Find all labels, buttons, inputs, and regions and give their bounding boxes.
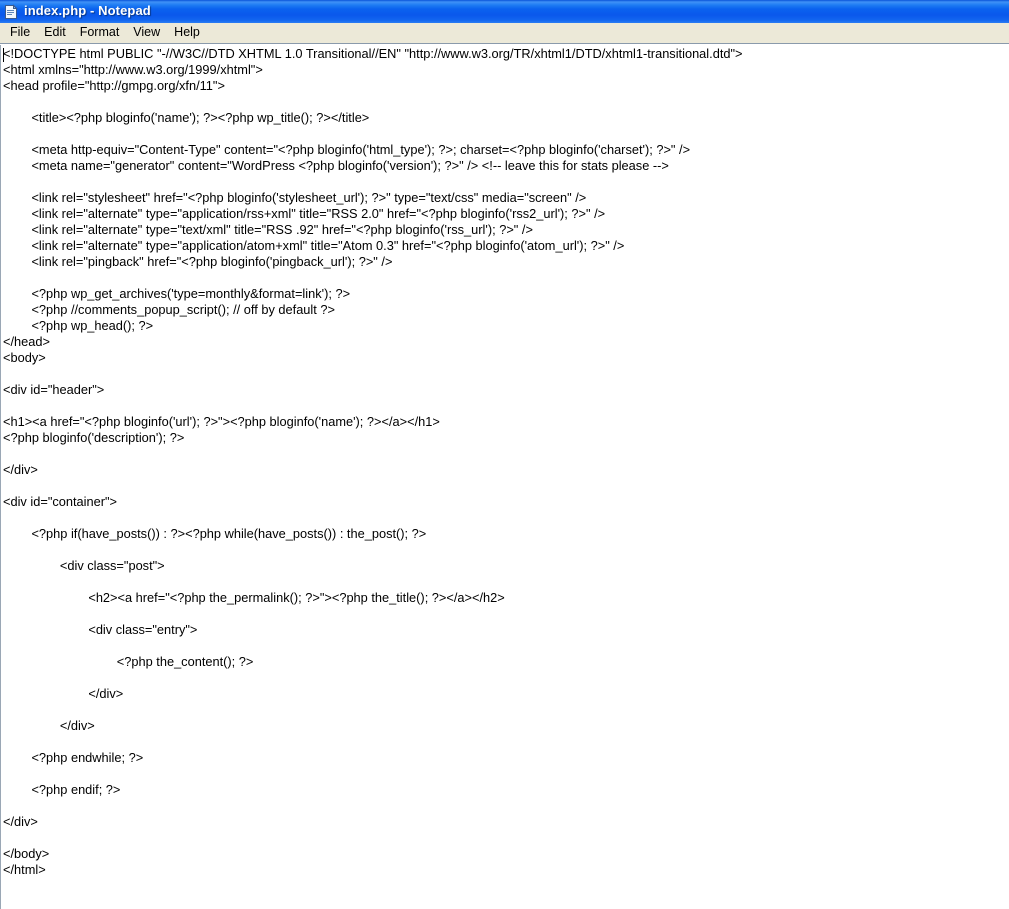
text-area-container[interactable]: <!DOCTYPE html PUBLIC "-//W3C//DTD XHTML… (0, 45, 1009, 909)
text-caret (3, 48, 4, 62)
notepad-window: index.php - Notepad File Edit Format Vie… (0, 0, 1009, 909)
text-area[interactable]: <!DOCTYPE html PUBLIC "-//W3C//DTD XHTML… (1, 45, 1009, 909)
notepad-document-icon (3, 3, 19, 20)
window-titlebar[interactable]: index.php - Notepad (0, 0, 1009, 23)
menu-item-edit[interactable]: Edit (37, 24, 73, 42)
menu-item-view[interactable]: View (126, 24, 167, 42)
menubar: File Edit Format View Help (0, 23, 1009, 43)
menu-item-file[interactable]: File (3, 24, 37, 42)
window-title: index.php - Notepad (24, 3, 151, 18)
menu-item-format[interactable]: Format (73, 24, 127, 42)
menu-item-help[interactable]: Help (167, 24, 207, 42)
